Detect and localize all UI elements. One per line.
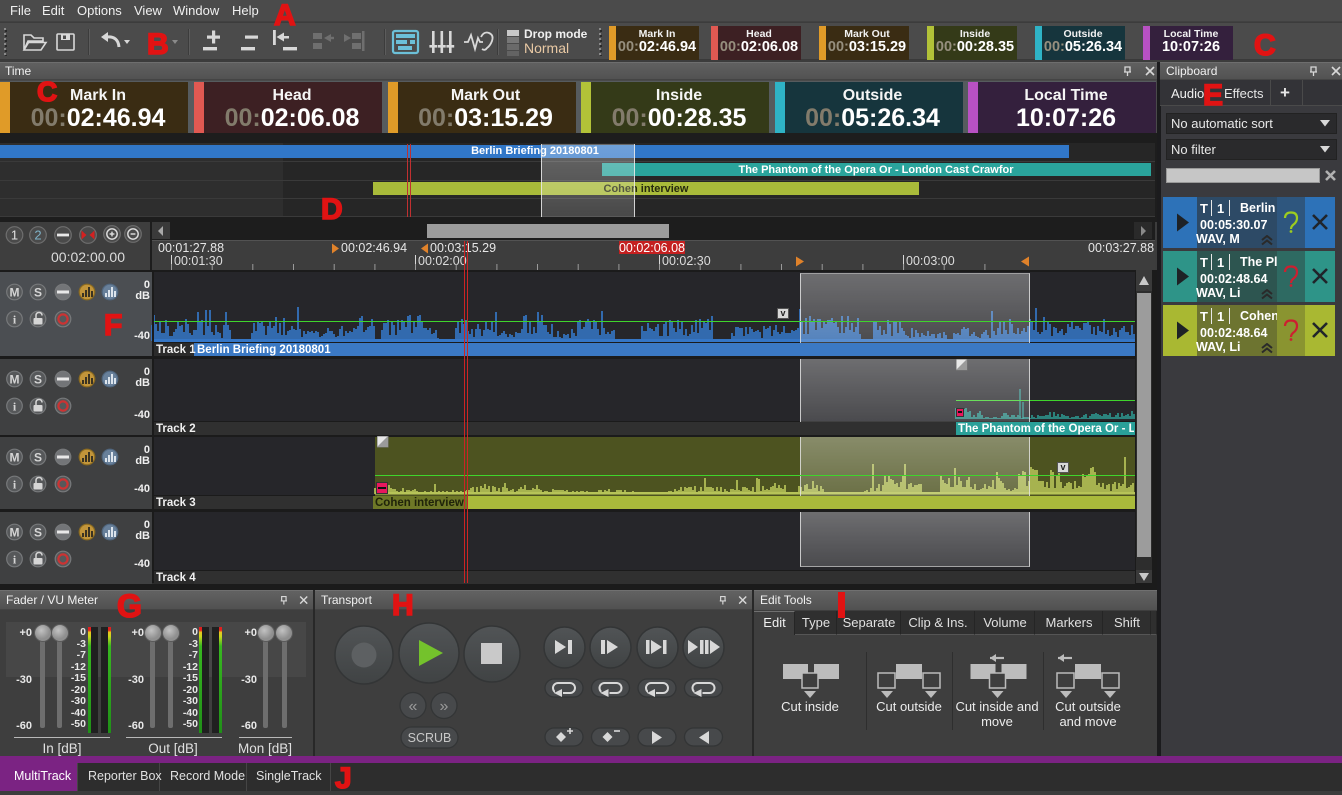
svg-text:SCRUB: SCRUB — [408, 731, 452, 745]
svg-text:«: « — [409, 698, 418, 715]
svg-text:»: » — [440, 698, 449, 715]
